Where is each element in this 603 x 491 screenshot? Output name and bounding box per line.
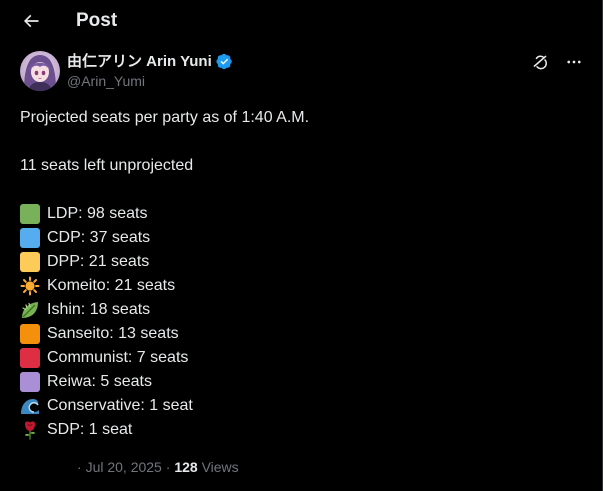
green-square-icon	[20, 204, 40, 224]
meta-separator: ·	[165, 459, 171, 475]
views-label: Views	[201, 459, 239, 475]
yellow-square-icon	[20, 252, 40, 272]
orange-square-icon	[20, 324, 40, 344]
more-horizontal-icon	[565, 53, 583, 71]
rose-icon	[20, 420, 40, 440]
views-count[interactable]: 128	[174, 459, 197, 475]
grok-button[interactable]	[530, 52, 550, 72]
red-square-icon	[20, 348, 40, 368]
meta-separator: ·	[77, 459, 82, 475]
more-options-button[interactable]	[564, 52, 584, 72]
arrow-left-icon	[21, 11, 41, 31]
party-text: Komeito: 21 seats	[47, 277, 176, 294]
party-row-cdp: CDP: 37 seats	[20, 226, 580, 250]
grok-icon	[531, 53, 549, 71]
post-actions	[530, 52, 584, 72]
author-info: 由仁アリン Arin Yuni @Arin_Yumi	[67, 52, 233, 91]
wave-icon	[20, 396, 40, 416]
party-row-sanseito: Sanseito: 13 seats	[20, 322, 580, 346]
sun-icon	[20, 276, 40, 296]
party-text: Communist: 7 seats	[47, 349, 189, 366]
display-name-row: 由仁アリン Arin Yuni	[67, 52, 233, 71]
verified-badge-icon[interactable]	[216, 53, 233, 70]
party-text: Conservative: 1 seat	[47, 397, 193, 414]
party-text: DPP: 21 seats	[47, 253, 150, 270]
blue-square-icon	[20, 228, 40, 248]
party-row-dpp: DPP: 21 seats	[20, 250, 580, 274]
party-row-reiwa: Reiwa: 5 seats	[20, 370, 580, 394]
party-text: Reiwa: 5 seats	[47, 373, 152, 390]
leaf-icon	[20, 300, 40, 320]
party-row-ldp: LDP: 98 seats	[20, 202, 580, 226]
post-line: 11 seats left unprojected	[20, 157, 194, 174]
party-row-conservative: Conservative: 1 seat	[20, 394, 580, 418]
party-text: LDP: 98 seats	[47, 205, 148, 222]
handle[interactable]: @Arin_Yumi	[67, 72, 233, 91]
party-text: CDP: 37 seats	[47, 229, 151, 246]
post-date-link[interactable]: Jul 20, 2025	[86, 459, 162, 475]
back-button[interactable]	[18, 8, 44, 34]
display-name[interactable]: 由仁アリン Arin Yuni	[67, 52, 212, 71]
line-break	[20, 130, 580, 154]
post-line: Projected seats per party as of 1:40 A.M…	[20, 109, 310, 126]
party-text: Sanseito: 13 seats	[47, 325, 179, 342]
post-meta: · Jul 20, 2025 · 128 Views	[77, 458, 239, 477]
purple-square-icon	[20, 372, 40, 392]
line-break	[20, 178, 580, 202]
party-row-ishin: Ishin: 18 seats	[20, 298, 580, 322]
party-text: Ishin: 18 seats	[47, 301, 151, 318]
party-row-communist: Communist: 7 seats	[20, 346, 580, 370]
party-row-komeito: Komeito: 21 seats	[20, 274, 580, 298]
post-text: Projected seats per party as of 1:40 A.M…	[20, 106, 580, 442]
page-title: Post	[76, 10, 118, 31]
party-text: SDP: 1 seat	[47, 421, 133, 438]
party-row-sdp: SDP: 1 seat	[20, 418, 580, 442]
top-bar: Post	[0, 0, 602, 43]
avatar[interactable]	[20, 51, 60, 91]
